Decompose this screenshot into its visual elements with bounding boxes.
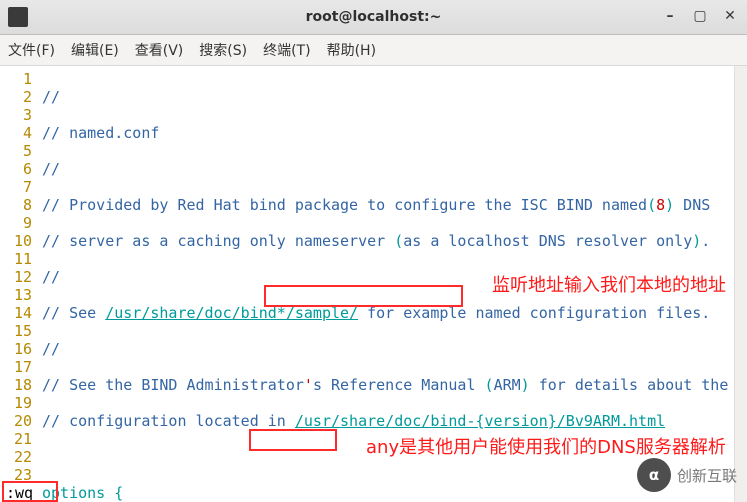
- code-line: // named.conf: [42, 124, 159, 142]
- menu-view[interactable]: 查看(V): [135, 40, 184, 60]
- minimize-button[interactable]: –: [659, 5, 681, 27]
- code-line: // server as a caching only nameserver: [42, 232, 394, 250]
- code-line: // See the BIND Administrator: [42, 376, 304, 394]
- menubar: 文件(F) 编辑(E) 查看(V) 搜索(S) 终端(T) 帮助(H): [0, 35, 747, 66]
- code-line: //: [42, 88, 60, 106]
- window-title: root@localhost:~: [306, 9, 442, 25]
- app-icon: [8, 7, 28, 27]
- lineno: 6: [0, 160, 32, 178]
- lineno: 4: [0, 124, 32, 142]
- lineno: 21: [0, 430, 32, 448]
- scrollbar[interactable]: [734, 66, 747, 502]
- lineno: 1: [0, 70, 32, 88]
- lineno: 23: [0, 466, 32, 484]
- watermark: α 创新互联: [637, 458, 737, 492]
- lineno: 14: [0, 304, 32, 322]
- code-line: // Provided by Red Hat bind package to c…: [42, 196, 647, 214]
- lineno: 11: [0, 250, 32, 268]
- code-line: //: [42, 268, 60, 286]
- lineno: 16: [0, 340, 32, 358]
- lineno: 13: [0, 286, 32, 304]
- lineno: 10: [0, 232, 32, 250]
- lineno: 9: [0, 214, 32, 232]
- lineno: 20: [0, 412, 32, 430]
- lineno: 18: [0, 376, 32, 394]
- terminal-window: root@localhost:~ – ▢ ✕ 文件(F) 编辑(E) 查看(V)…: [0, 0, 747, 502]
- code-line: // See: [42, 304, 105, 322]
- lineno: 7: [0, 178, 32, 196]
- vim-command: :wq: [0, 484, 33, 502]
- code-line: // configuration located in: [42, 412, 295, 430]
- lineno: 8: [0, 196, 32, 214]
- line-number-gutter: 1 2 3 4 5 6 7 8 9 10 11 12 13 14 15 16 1…: [0, 66, 36, 502]
- lineno: 3: [0, 106, 32, 124]
- lineno: 17: [0, 358, 32, 376]
- watermark-text: 创新互联: [677, 465, 737, 486]
- watermark-icon: α: [637, 458, 671, 492]
- code-line: //: [42, 160, 60, 178]
- lineno: 2: [0, 88, 32, 106]
- lineno: 19: [0, 394, 32, 412]
- menu-file[interactable]: 文件(F): [8, 40, 55, 60]
- menu-help[interactable]: 帮助(H): [327, 40, 376, 60]
- lineno: 5: [0, 142, 32, 160]
- titlebar: root@localhost:~ – ▢ ✕: [0, 0, 747, 35]
- lineno: 12: [0, 268, 32, 286]
- window-controls: – ▢ ✕: [659, 5, 741, 27]
- lineno: 22: [0, 448, 32, 466]
- menu-search[interactable]: 搜索(S): [199, 40, 247, 60]
- lineno: 15: [0, 322, 32, 340]
- code-area[interactable]: // // named.conf // // Provided by Red H…: [36, 66, 747, 502]
- code-line: //: [42, 340, 60, 358]
- vim-status-line: :wq: [0, 484, 33, 502]
- menu-edit[interactable]: 编辑(E): [71, 40, 119, 60]
- menu-terminal[interactable]: 终端(T): [263, 40, 310, 60]
- maximize-button[interactable]: ▢: [689, 5, 711, 27]
- close-button[interactable]: ✕: [719, 5, 741, 27]
- code-line: options: [42, 484, 114, 502]
- editor[interactable]: 1 2 3 4 5 6 7 8 9 10 11 12 13 14 15 16 1…: [0, 66, 747, 502]
